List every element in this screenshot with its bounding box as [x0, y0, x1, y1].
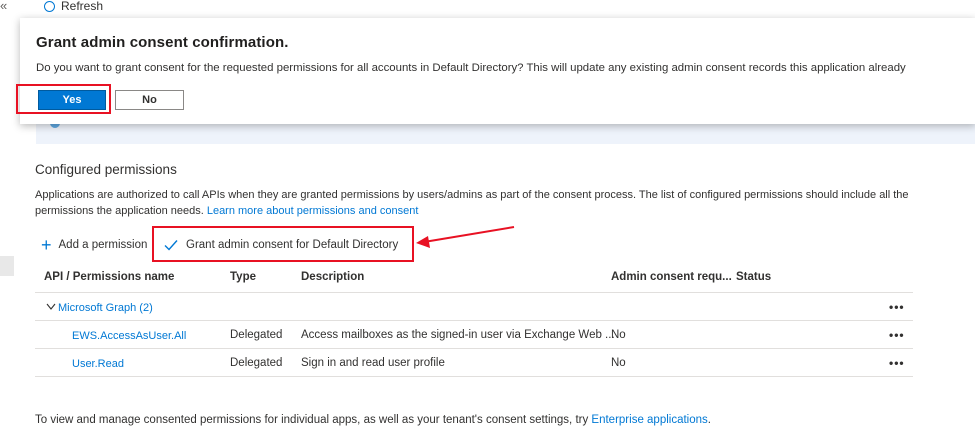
- row-more-icon[interactable]: •••: [889, 356, 905, 370]
- table-group-row[interactable]: Microsoft Graph (2): [46, 302, 153, 314]
- permission-name-link[interactable]: EWS.AccessAsUser.All: [72, 330, 186, 342]
- permission-name-link[interactable]: User.Read: [72, 358, 124, 370]
- column-header-status[interactable]: Status: [736, 271, 771, 283]
- consent-dialog: Grant admin consent confirmation. Do you…: [20, 18, 975, 124]
- annotation-arrow-icon: [416, 226, 515, 248]
- row-more-icon[interactable]: •••: [889, 328, 905, 342]
- row-divider: [35, 376, 913, 377]
- dialog-title: Grant admin consent confirmation.: [36, 34, 289, 51]
- permission-description: Sign in and read user profile: [301, 357, 445, 369]
- footer-note: To view and manage consented permissions…: [35, 414, 711, 426]
- header-divider: [35, 292, 913, 293]
- learn-more-link[interactable]: Learn more about permissions and consent: [207, 205, 419, 217]
- column-header-api[interactable]: API / Permissions name: [44, 271, 174, 283]
- refresh-label: Refresh: [61, 0, 104, 13]
- column-header-description[interactable]: Description: [301, 271, 364, 283]
- permission-type: Delegated: [230, 357, 283, 369]
- column-header-admin-consent[interactable]: Admin consent requ...: [611, 271, 732, 283]
- add-permission-button[interactable]: + Add a permission: [41, 235, 148, 255]
- yes-highlight-box: [16, 84, 111, 114]
- footer-text: To view and manage consented permissions…: [35, 414, 589, 426]
- add-permission-label: Add a permission: [58, 239, 148, 251]
- dialog-message: Do you want to grant consent for the req…: [36, 62, 906, 74]
- refresh-icon: [44, 0, 55, 12]
- group-label: Microsoft Graph (2): [58, 302, 153, 314]
- permission-description: Access mailboxes as the signed-in user v…: [301, 329, 615, 341]
- footer-period: .: [707, 414, 711, 426]
- plus-icon: +: [41, 235, 52, 255]
- enterprise-applications-link[interactable]: Enterprise applications: [591, 414, 707, 426]
- description-text: Applications are authorized to call APIs…: [35, 189, 909, 217]
- side-panel-edge: [0, 256, 14, 276]
- group-more-icon[interactable]: •••: [889, 300, 905, 314]
- column-header-type[interactable]: Type: [230, 271, 256, 283]
- refresh-button[interactable]: Refresh: [44, 0, 103, 13]
- chevron-down-icon: [46, 303, 56, 310]
- permission-admin-consent: No: [611, 357, 626, 369]
- section-title: Configured permissions: [35, 162, 177, 177]
- grant-highlight-box: [152, 226, 414, 262]
- row-divider: [35, 320, 913, 321]
- no-button[interactable]: No: [115, 90, 184, 110]
- section-description: Applications are authorized to call APIs…: [35, 188, 915, 219]
- row-divider: [35, 348, 913, 349]
- permission-admin-consent: No: [611, 329, 626, 341]
- collapse-sidebar-icon[interactable]: «: [0, 0, 7, 13]
- permission-type: Delegated: [230, 329, 283, 341]
